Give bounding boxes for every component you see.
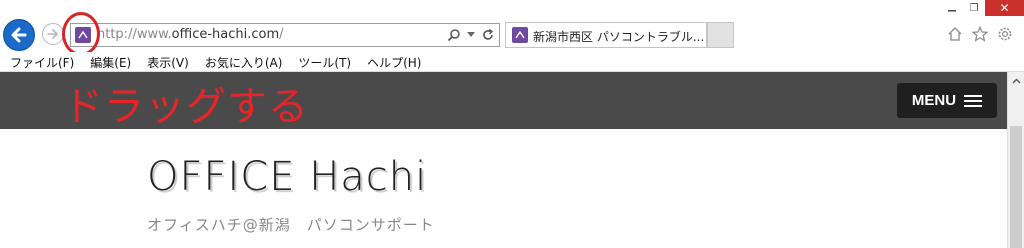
chevron-down-icon: [467, 32, 475, 37]
browser-tab[interactable]: 新潟市西区 パソコントラブル...: [505, 22, 707, 48]
new-tab-button[interactable]: [707, 22, 734, 48]
url-text[interactable]: http://www.office-hachi.com/: [97, 27, 284, 42]
web-page-content: ドラッグする MENU OFFICE Hachi オフィスハチ@新潟 パソコンサ…: [0, 72, 1007, 248]
settings-gear-icon: [998, 27, 1012, 41]
home-button[interactable]: [946, 25, 964, 43]
minimize-button[interactable]: [941, 0, 963, 16]
favorites-button[interactable]: [971, 25, 989, 43]
restore-icon: ❐: [969, 2, 979, 14]
menu-tools[interactable]: ツール(T): [298, 52, 351, 71]
back-button[interactable]: [3, 19, 35, 51]
refresh-icon: [483, 28, 494, 40]
scroll-thumb[interactable]: [1010, 126, 1022, 248]
home-icon: [948, 27, 962, 41]
close-window-button[interactable]: ✕: [985, 0, 1024, 16]
chevron-up-icon: [1012, 78, 1020, 83]
browser-tools: [946, 25, 1014, 43]
url-prefix: http://www.: [97, 27, 172, 42]
favorites-star-icon: [972, 26, 988, 42]
menu-bar: ファイル(F) 編集(E) 表示(V) お気に入り(A) ツール(T) ヘルプ(…: [0, 52, 1024, 72]
tab-favicon: [512, 27, 528, 43]
highlight-circle-annotation: [62, 12, 100, 56]
menu-file[interactable]: ファイル(F): [10, 52, 74, 71]
menu-view[interactable]: 表示(V): [147, 52, 189, 71]
navigation-bar: http://www.office-hachi.com/ 新潟市西区 パソコント…: [0, 16, 1024, 52]
menu-edit[interactable]: 編集(E): [90, 52, 131, 71]
site-subtitle: オフィスハチ@新潟 パソコンサポート: [147, 216, 435, 234]
tab-title: 新潟市西区 パソコントラブル...: [533, 30, 705, 44]
menu-favorites[interactable]: お気に入り(A): [205, 52, 283, 71]
address-bar[interactable]: http://www.office-hachi.com/: [70, 23, 500, 47]
vertical-scrollbar[interactable]: [1007, 72, 1024, 248]
forward-button[interactable]: [42, 23, 64, 45]
settings-button[interactable]: [996, 25, 1014, 43]
site-menu-label: MENU: [911, 92, 957, 109]
close-icon: ✕: [999, 1, 1010, 15]
scroll-up-button[interactable]: [1008, 72, 1024, 89]
window-title-bar: ❐ ✕: [0, 0, 1024, 16]
url-suffix: /: [279, 27, 284, 42]
hamburger-icon: [964, 94, 983, 107]
search-icon: [447, 29, 460, 42]
site-logo-icon: [515, 30, 525, 39]
address-actions: [447, 26, 495, 44]
refresh-button[interactable]: [481, 28, 495, 42]
restore-button[interactable]: ❐: [963, 0, 985, 16]
search-dropdown[interactable]: [467, 32, 475, 38]
drag-instruction-annotation: ドラッグする: [63, 84, 309, 130]
menu-help[interactable]: ヘルプ(H): [367, 52, 421, 71]
url-domain: office-hachi.com: [171, 27, 280, 42]
site-header: ドラッグする MENU: [0, 72, 1007, 130]
site-title[interactable]: OFFICE Hachi: [147, 154, 427, 200]
search-button[interactable]: [447, 28, 461, 42]
site-menu-button[interactable]: MENU: [897, 83, 997, 118]
minimize-icon: [948, 10, 956, 12]
forward-arrow-icon: [47, 29, 58, 39]
back-arrow-icon: [11, 27, 27, 43]
